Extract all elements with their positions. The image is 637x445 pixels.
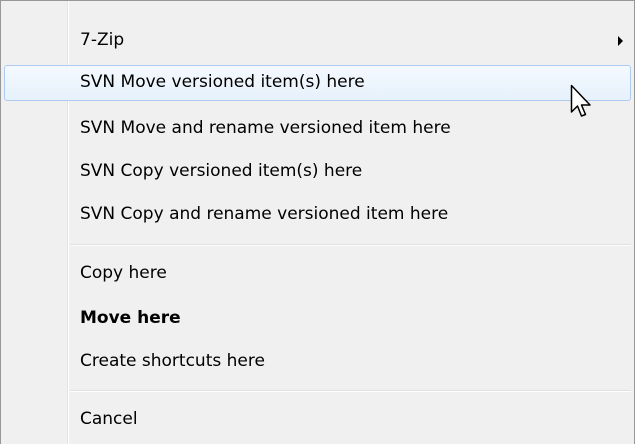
menu-item-label: Cancel <box>80 409 138 429</box>
menu-item-move-here[interactable]: Move here <box>4 301 631 337</box>
menu-separator <box>70 390 631 391</box>
menu-item-copy-here[interactable]: Copy here <box>4 256 631 292</box>
context-menu: 7-Zip SVN Move versioned item(s) here SV… <box>0 0 635 444</box>
chevron-right-icon <box>618 36 623 46</box>
menu-item-label: Copy here <box>80 263 167 283</box>
menu-item-svn-copy[interactable]: SVN Copy versioned item(s) here <box>4 154 631 190</box>
menu-item-label: SVN Copy versioned item(s) here <box>80 161 363 181</box>
menu-separator <box>70 244 631 245</box>
menu-item-label: SVN Copy and rename versioned item here <box>80 204 449 224</box>
menu-item-label: SVN Move versioned item(s) here <box>80 72 365 92</box>
menu-item-7zip[interactable]: 7-Zip <box>4 23 631 59</box>
menu-item-label: SVN Move and rename versioned item here <box>80 118 451 138</box>
menu-item-label: Move here <box>80 308 181 328</box>
menu-item-label: Create shortcuts here <box>80 351 265 371</box>
mouse-pointer-icon <box>570 84 591 117</box>
menu-item-svn-move-rename[interactable]: SVN Move and rename versioned item here <box>4 111 631 147</box>
menu-item-svn-move[interactable]: SVN Move versioned item(s) here <box>4 65 631 101</box>
menu-item-svn-copy-rename[interactable]: SVN Copy and rename versioned item here <box>4 197 631 233</box>
menu-item-create-shortcuts[interactable]: Create shortcuts here <box>4 344 631 380</box>
menu-item-cancel[interactable]: Cancel <box>4 402 631 438</box>
menu-item-label: 7-Zip <box>80 30 125 50</box>
